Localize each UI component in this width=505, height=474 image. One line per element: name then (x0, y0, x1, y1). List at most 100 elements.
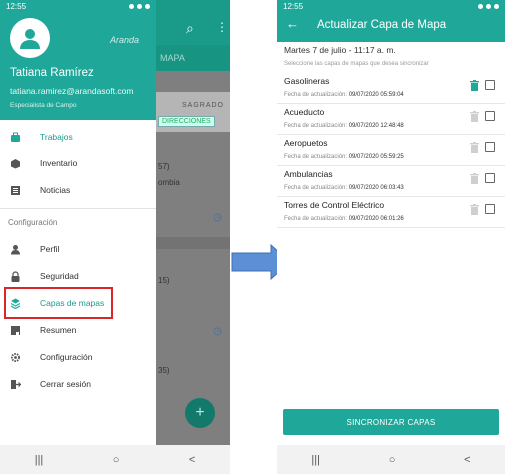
banner-text: SAGRADO (181, 102, 224, 109)
background-map-banner: SAGRADO DIRECCIONES (156, 92, 230, 132)
person-avatar-icon (20, 29, 40, 49)
app-toolbar: 12:55 ← Actualizar Capa de Mapa (277, 0, 505, 42)
drawer-item-label: Noticias (40, 185, 71, 195)
layer-checkbox[interactable] (485, 173, 495, 183)
tab-mapa-label: MAPA (160, 53, 185, 63)
clock-icon: ◷ (213, 326, 222, 337)
drawer-item-configuracion[interactable]: Configuración (0, 345, 156, 369)
page-title: Actualizar Capa de Mapa (317, 19, 447, 31)
layer-updated: Fecha de actualización: 09/07/2020 12:48… (284, 123, 404, 129)
android-nav-bar: ||| ○ < (0, 445, 230, 474)
home-button[interactable]: ○ (113, 454, 120, 466)
briefcase-icon (11, 132, 20, 142)
back-button[interactable]: < (464, 454, 470, 466)
lock-icon (11, 270, 20, 282)
user-email: tatiana.ramirez@arandasoft.com (10, 86, 134, 96)
person-icon (11, 244, 20, 254)
layer-row[interactable]: Ambulancias Fecha de actualización: 09/0… (277, 166, 505, 197)
drawer-divider (0, 208, 156, 209)
background-row-text: 35) (158, 366, 170, 375)
layer-row[interactable]: Torres de Control Eléctrico Fecha de act… (277, 197, 505, 228)
layer-name: Acueducto (284, 107, 325, 117)
layer-name: Ambulancias (284, 169, 333, 179)
layer-updated: Fecha de actualización: 09/07/2020 06:01… (284, 216, 404, 222)
row-divider (277, 227, 505, 228)
layer-row[interactable]: Aeropuetos Fecha de actualización: 09/07… (277, 135, 505, 166)
right-phone-screen: 12:55 ← Actualizar Capa de Mapa Martes 7… (277, 0, 505, 474)
drawer-item-label: Cerrar sesión (40, 379, 92, 389)
recent-apps-button[interactable]: ||| (35, 454, 44, 466)
back-button[interactable]: < (189, 454, 195, 466)
layer-name: Torres de Control Eléctrico (284, 200, 385, 210)
trash-icon[interactable] (470, 111, 479, 122)
layer-row[interactable]: Acueducto Fecha de actualización: 09/07/… (277, 104, 505, 135)
drawer-item-label: Trabajos (40, 132, 73, 142)
background-row-text: 15) (158, 276, 170, 285)
layer-updated-value: 09/07/2020 06:03:43 (348, 185, 404, 191)
drawer-item-resumen[interactable]: Resumen (0, 318, 156, 342)
drawer-item-cerrar-sesion[interactable]: Cerrar sesión (0, 372, 156, 396)
layer-updated-label: Fecha de actualización: (284, 92, 348, 98)
logout-icon (11, 379, 21, 389)
box-icon (11, 158, 20, 168)
status-icons (478, 3, 499, 9)
user-role: Especialista de Campo (10, 102, 77, 109)
status-time: 12:55 (6, 1, 27, 11)
highlight-box (4, 287, 113, 319)
layer-updated-value: 09/07/2020 05:59:25 (348, 154, 404, 160)
layer-row[interactable]: Gasolineras Fecha de actualización: 09/0… (277, 73, 505, 104)
trash-icon[interactable] (470, 204, 479, 215)
drawer-item-label: Perfil (40, 244, 60, 254)
layer-checkbox[interactable] (485, 111, 495, 121)
back-arrow-icon[interactable]: ← (286, 16, 299, 31)
current-date: Martes 7 de julio - 11:17 a. m. (284, 45, 396, 55)
trash-icon[interactable] (470, 80, 479, 91)
drawer-item-inventario[interactable]: Inventario (0, 151, 156, 175)
drawer-item-trabajos[interactable]: Trabajos (0, 125, 156, 149)
drawer-item-label: Seguridad (40, 271, 79, 281)
trash-icon[interactable] (470, 173, 479, 184)
layer-updated-value: 09/07/2020 05:59:04 (348, 92, 404, 98)
background-divider (156, 237, 230, 249)
drawer-item-noticias[interactable]: Noticias (0, 178, 156, 202)
layer-updated-value: 09/07/2020 12:48:48 (348, 123, 404, 129)
directions-chip: DIRECCIONES (158, 116, 215, 127)
background-app-scrim[interactable]: ⌕ ⋮ MAPA SAGRADO DIRECCIONES 57) ombia ◷… (156, 0, 230, 445)
left-phone-screen: ⌕ ⋮ MAPA SAGRADO DIRECCIONES 57) ombia ◷… (0, 0, 230, 474)
drawer-item-perfil[interactable]: Perfil (0, 237, 156, 261)
news-icon (11, 185, 20, 195)
background-row-text: 57) (158, 162, 170, 171)
drawer-item-label: Inventario (40, 158, 78, 168)
user-name: Tatiana Ramírez (10, 67, 94, 79)
section-label-configuracion: Configuración (8, 218, 58, 227)
search-icon: ⌕ (186, 20, 194, 36)
status-bar: 12:55 (277, 0, 505, 12)
layer-checkbox[interactable] (485, 204, 495, 214)
layer-updated-label: Fecha de actualización: (284, 185, 348, 191)
layer-name: Gasolineras (284, 76, 330, 86)
layer-checkbox[interactable] (485, 142, 495, 152)
android-nav-bar: ||| ○ < (277, 445, 505, 474)
screenshot-stage: ⌕ ⋮ MAPA SAGRADO DIRECCIONES 57) ombia ◷… (0, 0, 505, 474)
instructions-text: Seleccione las capas de mapas que desea … (284, 61, 429, 67)
drawer-item-seguridad[interactable]: Seguridad (0, 264, 156, 288)
clock-icon: ◷ (213, 212, 222, 223)
layer-updated: Fecha de actualización: 09/07/2020 05:59… (284, 92, 404, 98)
navigation-drawer: 12:55 Aranda Tatiana Ramírez tatiana.ram… (0, 0, 156, 445)
recent-apps-button[interactable]: ||| (311, 454, 320, 466)
home-button[interactable]: ○ (389, 454, 396, 466)
add-fab-button: + (185, 398, 215, 428)
trash-icon[interactable] (470, 142, 479, 153)
sync-layers-button[interactable]: SINCRONIZAR CAPAS (283, 409, 499, 435)
gear-icon (11, 352, 20, 362)
avatar[interactable] (10, 18, 50, 58)
drawer-item-label: Resumen (40, 325, 77, 335)
layer-updated-label: Fecha de actualización: (284, 154, 348, 160)
overflow-menu-icon: ⋮ (216, 20, 228, 34)
background-row-text: ombia (158, 178, 180, 187)
layer-checkbox[interactable] (485, 80, 495, 90)
layer-updated-label: Fecha de actualización: (284, 123, 348, 129)
layer-updated: Fecha de actualización: 09/07/2020 06:03… (284, 185, 404, 191)
drawer-header: 12:55 Aranda Tatiana Ramírez tatiana.ram… (0, 0, 156, 120)
status-icons (129, 3, 150, 9)
